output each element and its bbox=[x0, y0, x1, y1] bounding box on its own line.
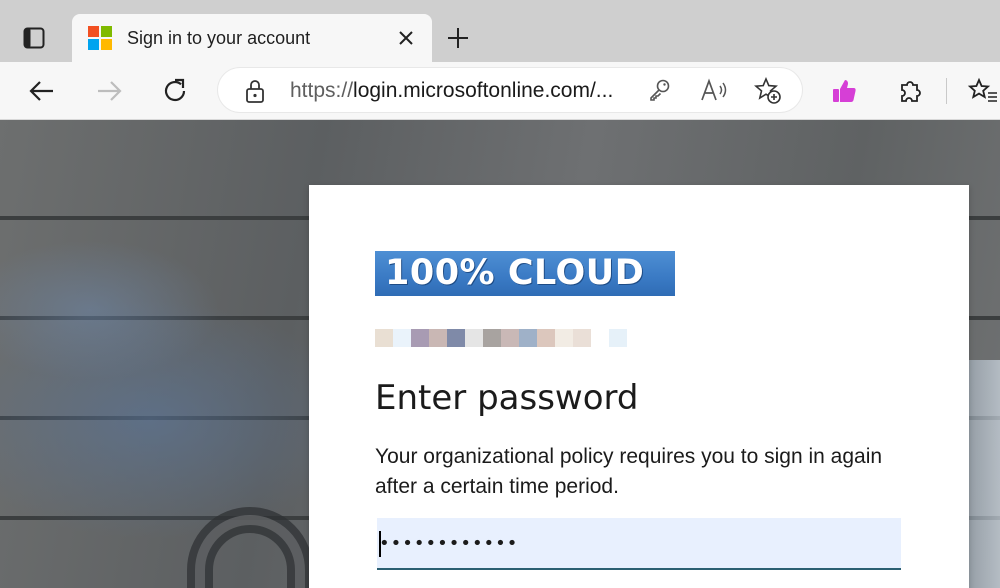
page-background: 100% CLOUD Enter password Your organizat… bbox=[0, 120, 1000, 588]
background-edge bbox=[968, 360, 1000, 588]
tab-title: Sign in to your account bbox=[127, 28, 311, 48]
thumbs-up-icon[interactable] bbox=[826, 73, 862, 109]
browser-toolbar: https://login.microsoftonline.com/... bbox=[0, 62, 1000, 120]
lock-icon[interactable] bbox=[244, 79, 266, 108]
refresh-icon[interactable] bbox=[157, 73, 193, 109]
read-aloud-icon[interactable] bbox=[700, 77, 730, 108]
puzzle-icon[interactable] bbox=[892, 73, 928, 109]
key-icon[interactable] bbox=[648, 78, 672, 107]
tab-strip: Sign in to your account bbox=[0, 0, 1000, 62]
address-bar[interactable]: https://login.microsoftonline.com/... bbox=[218, 68, 802, 112]
policy-description: Your organizational policy requires you … bbox=[375, 445, 883, 498]
close-icon[interactable] bbox=[394, 26, 418, 50]
signin-card: 100% CLOUD Enter password Your organizat… bbox=[309, 185, 969, 588]
account-identifier bbox=[375, 329, 627, 355]
text-cursor bbox=[379, 531, 381, 557]
toolbar-separator bbox=[946, 78, 947, 104]
url-text[interactable]: https://login.microsoftonline.com/... bbox=[290, 79, 613, 103]
browser-tab[interactable]: Sign in to your account bbox=[72, 14, 432, 62]
password-input[interactable] bbox=[377, 518, 901, 570]
back-arrow-icon[interactable] bbox=[24, 73, 60, 109]
background-wash bbox=[0, 240, 220, 380]
tab-actions-icon[interactable] bbox=[14, 20, 54, 56]
page-title: Enter password bbox=[375, 378, 639, 418]
company-logo-banner: 100% CLOUD bbox=[375, 251, 675, 296]
forward-arrow-icon[interactable] bbox=[91, 73, 127, 109]
add-favorite-icon[interactable] bbox=[754, 76, 782, 110]
favorites-icon[interactable] bbox=[964, 73, 1000, 109]
microsoft-logo-icon bbox=[88, 26, 112, 50]
plus-icon[interactable] bbox=[442, 22, 474, 54]
